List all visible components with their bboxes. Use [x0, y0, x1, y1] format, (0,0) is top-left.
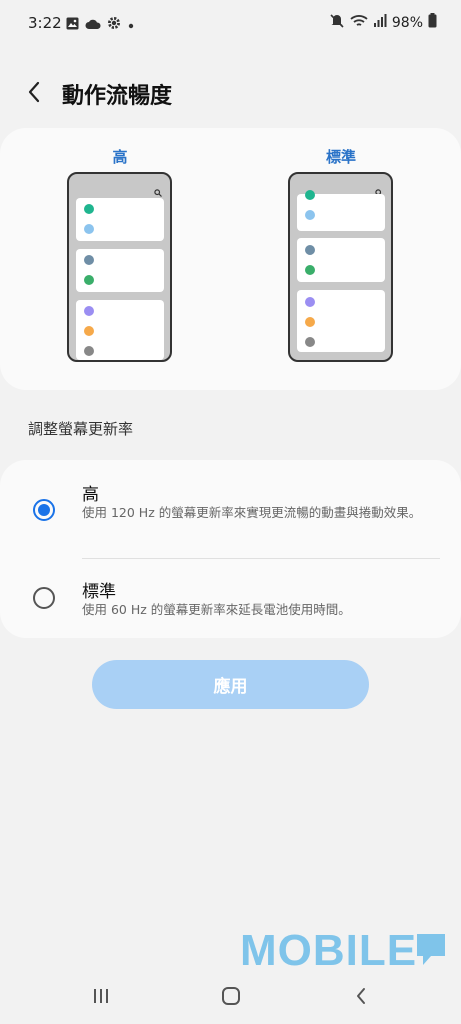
system-nav-bar — [0, 972, 461, 1024]
chevron-left-icon — [27, 81, 41, 107]
back-icon — [355, 987, 367, 1009]
dot-icon — [127, 15, 135, 34]
wifi-icon — [350, 14, 368, 32]
page-title: 動作流暢度 — [62, 84, 173, 109]
signal-icon — [373, 13, 387, 32]
cloud-icon — [85, 15, 101, 34]
preview-dot — [305, 337, 315, 347]
speech-bubble-icon — [417, 930, 447, 972]
phone-illustration-high — [67, 172, 172, 362]
recents-button[interactable] — [86, 986, 116, 1010]
preview-dot — [84, 346, 94, 356]
watermark-text: MOBILE — [240, 926, 418, 975]
preview-dot — [84, 275, 94, 285]
preview-dot — [305, 190, 315, 200]
preview-dot — [84, 326, 94, 336]
radio-standard[interactable] — [33, 587, 55, 609]
preview-list-card — [297, 238, 385, 282]
preview-list-card — [76, 300, 164, 360]
section-label: 調整螢幕更新率 — [28, 420, 134, 438]
preview-high-label: 高 — [112, 148, 128, 166]
preview-dot — [305, 317, 315, 327]
radio-high[interactable] — [33, 499, 55, 521]
motion-preview-card: 高 標準 — [0, 128, 461, 390]
preview-list-card — [297, 190, 385, 231]
option-standard-description: 使用 60 Hz 的螢幕更新率來延長電池使用時間。 — [82, 602, 351, 617]
mute-icon — [329, 13, 345, 32]
preview-list-card — [76, 249, 164, 292]
option-standard[interactable]: 標準 使用 60 Hz 的螢幕更新率來延長電池使用時間。 — [0, 559, 461, 638]
preview-dot — [84, 255, 94, 265]
preview-dot — [84, 306, 94, 316]
battery-percent: 98% — [391, 14, 423, 31]
preview-standard-label: 標準 — [325, 148, 356, 166]
preview-dot — [305, 210, 315, 220]
preview-dot — [305, 245, 315, 255]
gear-icon — [107, 15, 121, 34]
app-bar: 動作流暢度 — [0, 66, 461, 122]
status-time: 3:22 — [28, 14, 62, 32]
preview-list-card — [297, 290, 385, 352]
status-notification-icons — [66, 15, 135, 34]
preview-dot — [84, 224, 94, 234]
home-icon — [221, 986, 241, 1010]
image-icon — [66, 15, 79, 34]
recents-icon — [92, 988, 110, 1008]
preview-dot — [305, 265, 315, 275]
apply-button[interactable]: 應用 — [92, 660, 369, 709]
status-bar: 3:22 98% — [0, 0, 461, 48]
back-button[interactable] — [18, 78, 50, 110]
phone-illustration-standard — [288, 172, 393, 362]
watermark-logo: MOBILE — [240, 926, 447, 976]
preview-dot — [84, 204, 94, 214]
refresh-rate-options: 高 使用 120 Hz 的螢幕更新率來實現更流暢的動畫與捲動效果。 標準 使用 … — [0, 460, 461, 638]
status-system-icons: 98% — [329, 13, 437, 32]
preview-dot — [305, 297, 315, 307]
option-high[interactable]: 高 使用 120 Hz 的螢幕更新率來實現更流暢的動畫與捲動效果。 — [0, 460, 461, 558]
preview-list-card — [76, 198, 164, 241]
home-button[interactable] — [216, 986, 246, 1010]
battery-icon — [428, 13, 437, 32]
option-high-description: 使用 120 Hz 的螢幕更新率來實現更流暢的動畫與捲動效果。 — [82, 505, 422, 520]
nav-back-button[interactable] — [346, 986, 376, 1010]
